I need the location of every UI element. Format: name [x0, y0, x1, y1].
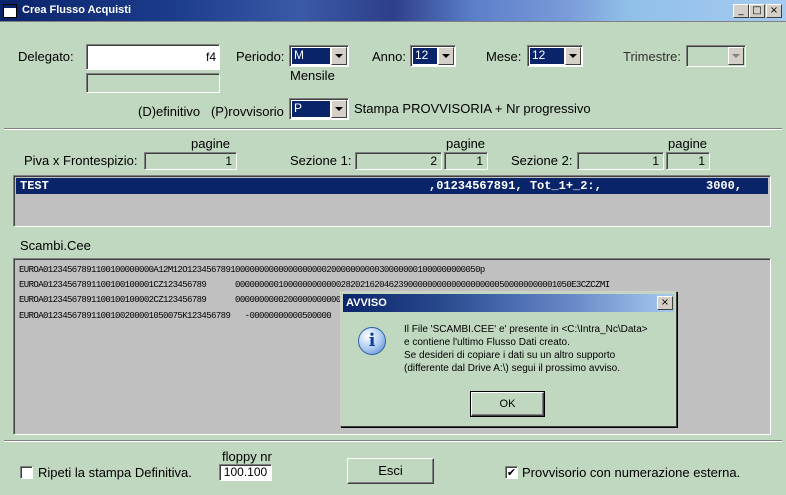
esci-button[interactable]: Esci	[347, 458, 434, 484]
tipo-label: (D)efinitivo (P)rovvisorio	[138, 104, 284, 119]
mese-select[interactable]: 12	[527, 45, 583, 67]
chevron-down-icon[interactable]	[438, 47, 454, 65]
avviso-dialog[interactable]: AVVISO × i Il File 'SCAMBI.CEE' e' prese…	[340, 291, 677, 427]
delegato-label: Delegato:	[18, 49, 74, 64]
frontespizio-label: Piva x Frontespizio:	[24, 153, 138, 168]
scambi-line: EUROA01234567891100100100002CZ123456789 …	[19, 295, 346, 305]
chevron-down-icon[interactable]	[565, 47, 581, 65]
dialog-title-bar[interactable]	[343, 294, 674, 312]
tipo-value: P	[292, 101, 330, 117]
riepilogo-list[interactable]: TEST ,01234567891, Tot_1+_2:, 3000,	[13, 175, 771, 227]
dialog-message-line: Se desideri di copiare i dati su un altr…	[404, 350, 616, 361]
separator	[4, 128, 782, 130]
scambi-label: Scambi.Cee	[20, 238, 91, 253]
trimestre-label: Trimestre:	[623, 49, 682, 64]
ok-button[interactable]: OK	[470, 391, 545, 417]
info-icon: i	[358, 327, 386, 355]
provvisorio-label: Provvisorio con numerazione esterna.	[522, 465, 741, 480]
provvisorio-checkbox[interactable]: ✔	[505, 466, 518, 479]
pagine-label-1: pagine	[191, 136, 231, 151]
tipo-select[interactable]: P	[289, 98, 349, 120]
sezione2-pages: 1	[666, 152, 710, 170]
list-item[interactable]: TEST ,01234567891, Tot_1+_2:, 3000,	[16, 178, 768, 194]
minimize-button[interactable]: _	[733, 4, 749, 18]
scambi-line: EUROA01234567891100100100001CZ123456789 …	[19, 280, 610, 290]
trimestre-select[interactable]	[686, 45, 746, 67]
scambi-line: EUROA01234567891100100200001050075K12345…	[19, 311, 332, 321]
dialog-title: AVVISO	[346, 297, 387, 309]
periodo-value: M	[292, 48, 330, 64]
sezione1-label: Sezione 1:	[290, 153, 352, 168]
maximize-button[interactable]: □	[749, 4, 765, 18]
delegato-description	[86, 73, 220, 93]
sezione1-count: 2	[355, 152, 442, 170]
anno-label: Anno:	[372, 49, 406, 64]
anno-select[interactable]: 12	[410, 45, 456, 67]
periodo-label: Periodo:	[236, 49, 285, 64]
list-item-total: 3000,	[706, 179, 743, 193]
dialog-message-line: Il File 'SCAMBI.CEE' e' presente in <C:\…	[404, 324, 648, 335]
pagine-label-2: pagine	[446, 136, 486, 151]
f4-hint: f4	[205, 50, 216, 64]
list-item-name: TEST	[20, 179, 49, 193]
mese-value: 12	[530, 48, 564, 64]
pagine-label-3: pagine	[668, 136, 708, 151]
sezione2-label: Sezione 2:	[511, 153, 573, 168]
separator	[4, 440, 782, 442]
dialog-close-button[interactable]: ×	[657, 296, 673, 310]
window-title: Crea Flusso Acquisti	[22, 4, 132, 16]
close-button[interactable]: ×	[766, 4, 782, 18]
trimestre-value	[689, 48, 727, 64]
sezione1-pages: 1	[444, 152, 488, 170]
chevron-down-icon[interactable]	[728, 47, 744, 65]
floppy-input[interactable]: 100.100	[219, 464, 272, 481]
dialog-message-line: (differente dal Drive A:\) segui il pros…	[404, 363, 621, 374]
anno-value: 12	[413, 48, 437, 64]
repeat-checkbox[interactable]	[20, 466, 33, 479]
chevron-down-icon[interactable]	[331, 100, 347, 118]
chevron-down-icon[interactable]	[331, 47, 347, 65]
mese-label: Mese:	[486, 49, 522, 64]
periodo-description: Mensile	[290, 68, 335, 83]
floppy-label: floppy nr	[222, 449, 272, 464]
list-item-code: ,01234567891, Tot_1+_2:,	[429, 179, 602, 193]
sezione2-count: 1	[577, 152, 664, 170]
repeat-label: Ripeti la stampa Definitiva.	[38, 465, 192, 480]
periodo-select[interactable]: M	[289, 45, 349, 67]
tipo-description: Stampa PROVVISORIA + Nr progressivo	[354, 101, 591, 116]
dialog-message-line: e contiene l'ultimo Flusso Dati creato.	[404, 337, 570, 348]
scambi-line: EUROA01234567891100100000000A12M12O12345…	[19, 265, 485, 275]
frontespizio-pages: 1	[144, 152, 237, 170]
window-icon	[3, 4, 17, 18]
delegato-input[interactable]: f4	[86, 44, 220, 70]
